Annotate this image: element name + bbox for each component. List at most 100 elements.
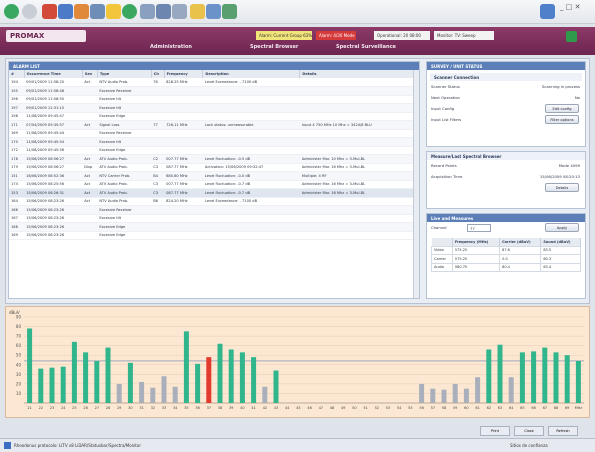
- alarm-row[interactable]: 198 11/08/2009 09:45:47 Excesive Edge: [9, 112, 419, 121]
- alarm-row[interactable]: 167 15/06/2009 08:23:26 Excesive tilt: [9, 214, 419, 223]
- alarm-row[interactable]: 196 09/01/2009 11:58:50 Excesive tilt: [9, 95, 419, 104]
- right-sidebar: SURVEY / UNIT STATUS Scanner Connection …: [426, 61, 586, 299]
- status-button[interactable]: Filter options: [545, 115, 579, 124]
- measures-column-header: [431, 238, 453, 246]
- alarm-cell: Act: [82, 154, 98, 164]
- home-icon[interactable]: [74, 4, 89, 19]
- measures-row: Carrier 575.25 0.0 60.3: [431, 254, 581, 264]
- alarm-row[interactable]: 171 07/04/2009 09:35:57 Act Signal Loss 77 72…: [9, 120, 419, 130]
- alarm-column-header[interactable]: Sev: [82, 70, 98, 78]
- nav-administration[interactable]: Administration: [150, 44, 192, 50]
- browser-statusbar: Rheodonus protocolo: LITV v8 LiDAR/Statu…: [0, 438, 595, 452]
- media-icon[interactable]: [122, 4, 137, 19]
- print-icon[interactable]: [172, 4, 187, 19]
- status-pill-operational: Operational: 20 08:00: [374, 31, 430, 40]
- search-icon[interactable]: [90, 4, 105, 19]
- details-button[interactable]: Details: [545, 183, 579, 192]
- alarm-column-header[interactable]: Details: [299, 70, 419, 78]
- alarm-row[interactable]: 197 09/01/2009 12:31:10 Excesive tilt: [9, 103, 419, 113]
- y-tick-label: 80: [16, 324, 22, 329]
- alarm-cell: 164: [9, 197, 25, 206]
- alarm-column-header[interactable]: Frequency: [164, 70, 204, 78]
- edit-icon[interactable]: [190, 4, 205, 19]
- x-tick-label: 65: [520, 406, 524, 410]
- alarm-cell: 77: [151, 120, 165, 130]
- alarm-cell: [299, 197, 419, 206]
- alarm-row[interactable]: 164 15/06/2009 08:23:26 Act NTV Audio Prob.…: [9, 197, 419, 206]
- alarm-cell: [164, 231, 203, 240]
- apply-button[interactable]: Apply: [545, 223, 579, 232]
- measures-column-header: Carrier (dBuV): [499, 238, 542, 246]
- x-tick-label: 52: [375, 406, 379, 410]
- x-tick-label: 69: [565, 406, 569, 410]
- alarm-row[interactable]: 178 15/06/2009 08:56:27 Act ATV Audio Prob.…: [9, 154, 419, 164]
- y-tick-label: 30: [16, 372, 22, 377]
- alarm-row[interactable]: 166 15/06/2009 08:23:26 Excesive Receiver: [9, 205, 419, 215]
- stop-icon[interactable]: [42, 4, 57, 19]
- alarm-cell: NTV Carrier Prob.: [97, 171, 152, 181]
- alarm-cell: 07/04/2009 09:35:57: [24, 120, 83, 130]
- alarm-row[interactable]: 153 15/06/2009 08:26:31 Act ATV Audio Prob.…: [9, 188, 419, 198]
- alarm-column-header[interactable]: #: [9, 70, 25, 78]
- alarm-list-title: ALARM LIST: [9, 62, 419, 70]
- alarm-row[interactable]: 169 15/06/2009 08:23:26 Excesive Edge: [9, 231, 419, 240]
- alarm-row[interactable]: 172 11/08/2009 09:45:56 Excesive Edge: [9, 146, 419, 155]
- alarm-column-header[interactable]: Type: [97, 70, 152, 78]
- folder-icon[interactable]: [206, 4, 221, 19]
- measures-cell: 80.4: [499, 262, 542, 272]
- spectral-browser-title: Measure/Last Spectral Browser: [427, 152, 585, 160]
- refresh-icon[interactable]: [58, 4, 73, 19]
- y-axis-label: dBuV: [9, 310, 20, 315]
- status-row: Input Config Edit config: [427, 103, 585, 114]
- window-controls[interactable]: _ □ ✕: [560, 3, 580, 11]
- alarm-cell: [151, 95, 165, 104]
- channel-input[interactable]: 77: [467, 224, 491, 232]
- print-button[interactable]: Print: [480, 426, 510, 436]
- settings-icon[interactable]: [222, 4, 237, 19]
- alarm-cell: 11/08/2009 09:45:44: [24, 129, 83, 138]
- bar: [508, 377, 514, 403]
- x-tick-label: 63: [498, 406, 502, 410]
- nav-spectral-browser[interactable]: Spectral Browser: [250, 44, 298, 50]
- alarm-row[interactable]: 170 11/08/2009 09:45:54 Excesive tilt: [9, 137, 419, 147]
- alarm-cell: [82, 146, 98, 155]
- favorites-icon[interactable]: [106, 4, 121, 19]
- measures-cell: 0.0: [499, 254, 542, 264]
- alarm-cell: [164, 95, 203, 104]
- alarm-row[interactable]: 179 15/06/2009 08:56:27 Disp ATV Audio Prob…: [9, 163, 419, 172]
- alarm-row[interactable]: 195 09/01/2009 11:58:48 Excesive Receiver: [9, 86, 419, 96]
- alarm-row[interactable]: 151 16/06/2009 08:52:36 Act NTV Carrier Pro…: [9, 171, 419, 181]
- alarm-row[interactable]: 194 09/01/2009 11:58:20 Act NTV Audio Prob.…: [9, 78, 419, 87]
- alarm-row[interactable]: 169 11/08/2009 09:45:44 Excesive Receiver: [9, 129, 419, 138]
- bar: [564, 355, 570, 403]
- alarm-column-header[interactable]: Ch: [151, 70, 165, 78]
- status-label: Input Config: [431, 106, 455, 111]
- alarm-scrollbar[interactable]: [413, 70, 419, 298]
- bar: [497, 344, 503, 403]
- alarm-cell: 151: [9, 171, 25, 181]
- alarm-cell: Level Exceedance: - 7100 dB: [202, 197, 300, 206]
- alarm-cell: 11/08/2009 09:45:56: [24, 146, 83, 155]
- x-tick-label: 43: [274, 406, 278, 410]
- alarm-column-header[interactable]: Occurrence Time: [24, 70, 83, 78]
- alarm-row[interactable]: 168 15/06/2009 08:23:26 Excesive Edge: [9, 222, 419, 232]
- close-button[interactable]: Close: [514, 426, 544, 436]
- mail-icon[interactable]: [156, 4, 171, 19]
- measures-row: Audio 580.75 80.4 63.4: [431, 262, 581, 272]
- forward-icon[interactable]: [22, 4, 37, 19]
- status-pill-alarm: Alarm: 4/30 Mode: [316, 31, 356, 40]
- alarm-column-header[interactable]: Description: [202, 70, 301, 78]
- status-button[interactable]: Edit config: [545, 104, 579, 113]
- x-tick-label: 67: [543, 406, 547, 410]
- back-icon[interactable]: [4, 4, 19, 19]
- x-tick-label: 29: [117, 406, 121, 410]
- alarm-row[interactable]: 174 15/06/2009 08:25:56 Act ATV Audio Prob.…: [9, 180, 419, 189]
- x-tick-label: 26: [83, 406, 87, 410]
- nav-spectral-surveillance[interactable]: Spectral Surveillance: [336, 44, 396, 50]
- x-tick-label: 48: [330, 406, 334, 410]
- history-icon[interactable]: [140, 4, 155, 19]
- alarm-cell: [299, 86, 419, 96]
- alarm-cell: Level fluctuation: -0.5 dB: [202, 154, 300, 164]
- refresh-button[interactable]: Refresh: [548, 426, 578, 436]
- alarm-cell: [151, 231, 165, 240]
